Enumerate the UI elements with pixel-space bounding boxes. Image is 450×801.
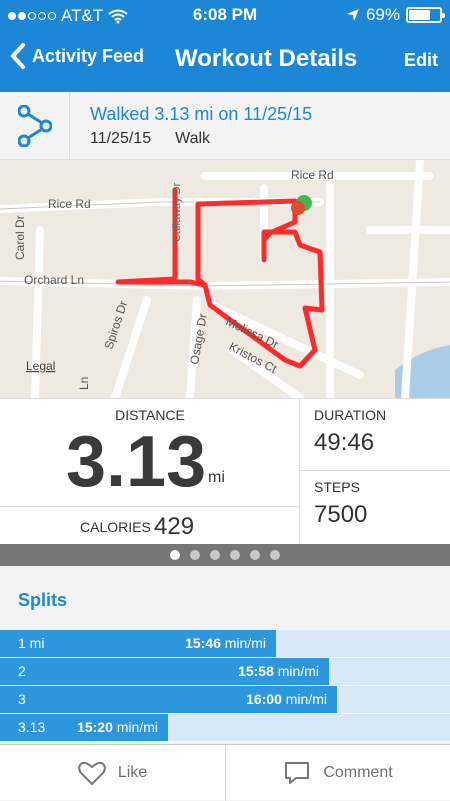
page-dot[interactable] [230,550,240,560]
page-dot[interactable] [250,550,260,560]
steps-value: 7500 [314,501,368,528]
splits-title: Splits [18,590,68,610]
distance-unit: mi [208,469,225,486]
splits-list: 1 mi 15:46 min/mi 2 15:58 min/mi 3 16:00… [0,630,450,742]
split-pace: 15:58 min/mi [238,663,319,679]
back-label: Activity Feed [32,45,145,66]
split-name: 2 [18,663,26,679]
comment-button[interactable]: Comment [225,745,450,801]
split-pace-value: 15:46 [185,635,221,651]
calories-stat: CALORIES 429 [0,507,300,545]
battery-fill [409,10,430,20]
like-button[interactable]: Like [0,745,225,801]
workout-meta: 11/25/15 Walk [90,130,210,148]
duration-stat: DURATION 49:46 [300,399,450,471]
chevron-left-icon [10,43,25,69]
split-row: 3.13 15:20 min/mi [0,714,450,742]
calories-value: 429 [154,513,195,540]
split-row: 3 16:00 min/mi [0,686,450,714]
comment-icon [285,762,310,784]
page-title: Workout Details [175,45,358,72]
split-pace-unit: min/mi [277,663,319,679]
workout-headline-link[interactable]: Walked 3.13 mi on 11/25/15 [90,104,312,125]
page-dot[interactable] [270,550,280,560]
distance-stat: DISTANCE 3.13 mi [0,399,300,507]
battery-status: 69% [346,5,445,25]
split-pace: 16:00 min/mi [246,691,327,707]
heart-icon [78,761,106,786]
street-label: Rice Rd [291,168,334,182]
page-dot[interactable] [170,550,180,560]
workout-summary: Walked 3.13 mi on 11/25/15 11/25/15 Walk [0,92,450,160]
app-header: AT&T 6:08 PM 69% Activity Feed Workout D… [0,0,450,92]
duration-label: DURATION [314,407,387,423]
split-pace: 15:20 min/mi [77,719,158,735]
workout-date: 11/25/15 [90,130,152,147]
location-arrow-icon [346,9,359,21]
route-share-icon [17,105,52,147]
comment-label: Comment [323,764,393,781]
battery-percent: 69% [365,5,400,24]
back-button[interactable]: Activity Feed [10,42,144,70]
split-pace-value: 15:58 [238,663,274,679]
split-row: 1 mi 15:46 min/mi [0,630,450,658]
split-pace-unit: min/mi [224,635,266,651]
steps-label: STEPS [314,479,360,495]
split-pace-value: 16:00 [246,691,282,707]
split-pace: 15:46 min/mi [185,635,266,651]
bottom-actions: Like Comment [0,744,450,801]
route-icon [0,92,70,160]
legal-link[interactable]: Legal [26,359,55,373]
route-map[interactable]: Rice Rd Rice Rd Carol Dr Orchard Ln Spir… [0,160,450,398]
split-name: 3 [18,691,26,707]
split-pace-unit: min/mi [116,719,158,735]
like-label: Like [117,764,148,781]
street-label: Callaway Dr [171,182,183,242]
split-name: 3.13 [18,719,46,735]
navigation-bar: Activity Feed Workout Details Edit [0,32,450,92]
page-indicator[interactable] [0,544,450,566]
street-label: Orchard Ln [24,273,84,287]
battery-icon [406,7,445,23]
street-label: Rice Rd [48,197,91,211]
route-end-marker [291,201,305,215]
street-label: Ln [77,377,91,390]
workout-type: Walk [175,130,211,147]
page-dot[interactable] [210,550,220,560]
split-pace-unit: min/mi [285,691,327,707]
edit-button[interactable]: Edit [404,50,438,71]
workout-stats: DISTANCE 3.13 mi CALORIES 429 DURATION 4… [0,398,450,545]
calories-label: CALORIES [80,519,151,535]
page-dot[interactable] [190,550,200,560]
status-bar: AT&T 6:08 PM 69% [0,0,450,32]
steps-stat: STEPS 7500 [300,471,450,545]
duration-value: 49:46 [314,429,375,456]
split-row: 2 15:58 min/mi [0,658,450,686]
split-pace-value: 15:20 [77,719,113,735]
street-label: Carol Dr [13,215,27,260]
map-canvas: Rice Rd Rice Rd Carol Dr Orchard Ln Spir… [0,160,450,398]
distance-value: 3.13 [66,422,207,502]
split-name: 1 mi [18,635,45,651]
